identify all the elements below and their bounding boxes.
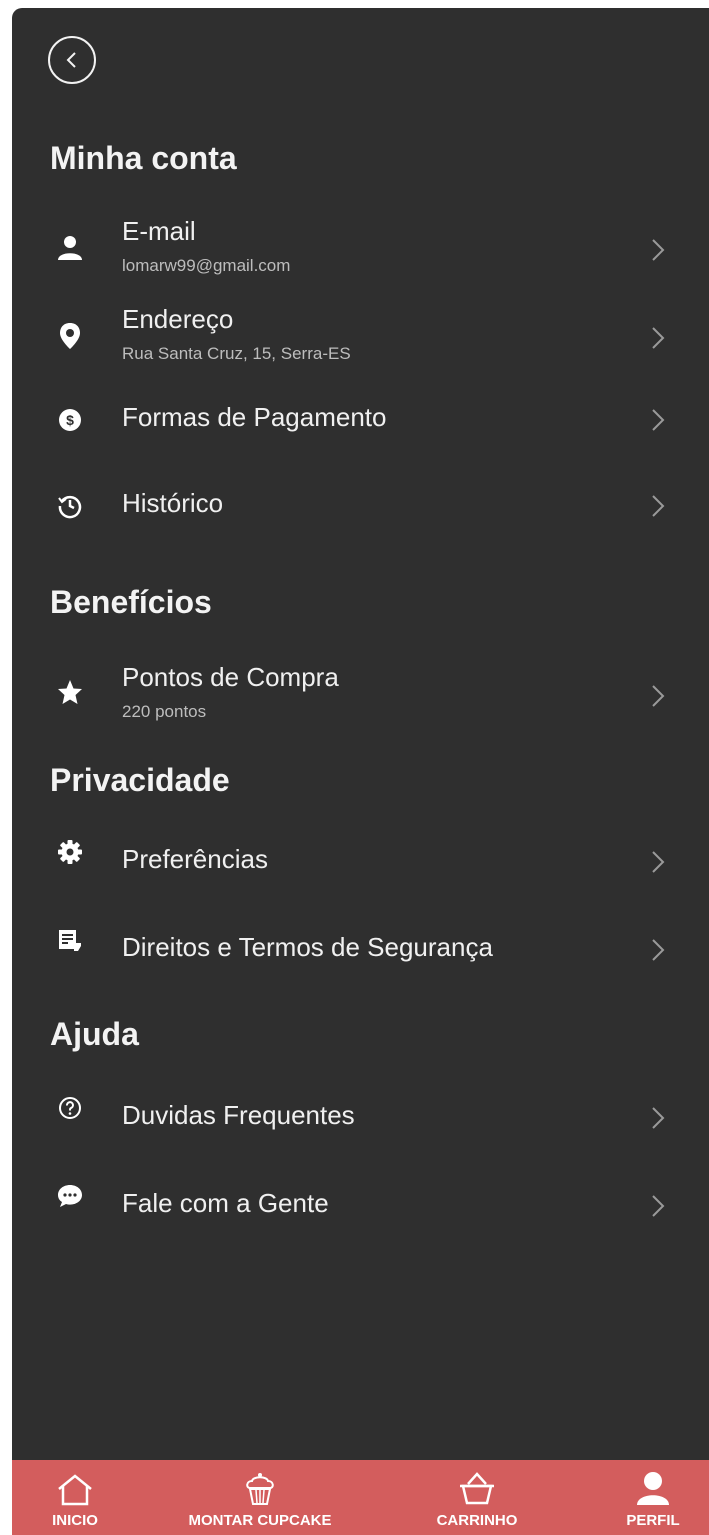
menu-item-label: Direitos e Termos de Segurança: [122, 932, 493, 962]
chevron-right-icon: [652, 1107, 665, 1129]
nav-label: INICIO: [52, 1512, 98, 1529]
menu-item-contact[interactable]: Fale com a Gente: [12, 1168, 709, 1238]
chevron-right-icon: [652, 495, 665, 517]
menu-item-label: Pontos de Compra: [122, 662, 339, 692]
nav-label: CARRINHO: [436, 1512, 518, 1529]
chevron-right-icon: [652, 685, 665, 707]
menu-item-faq[interactable]: Duvidas Frequentes: [12, 1080, 709, 1150]
nav-build-cupcake[interactable]: MONTAR CUPCAKE: [170, 1460, 350, 1535]
chat-bubble-icon: [56, 1182, 84, 1210]
home-icon: [55, 1468, 95, 1506]
menu-item-preferences[interactable]: Preferências: [12, 824, 709, 894]
chevron-right-icon: [652, 851, 665, 873]
menu-item-sub: 220 pontos: [122, 702, 207, 721]
section-title-help: Ajuda: [50, 1016, 139, 1052]
nav-home[interactable]: INICIO: [30, 1460, 120, 1535]
document-icon: [56, 926, 84, 954]
chevron-right-icon: [652, 409, 665, 431]
star-icon: [56, 678, 84, 706]
chevron-right-icon: [652, 239, 665, 261]
menu-item-label: Duvidas Frequentes: [122, 1100, 355, 1130]
menu-item-label: Fale com a Gente: [122, 1188, 329, 1218]
menu-item-email[interactable]: E-mail lomarw99@gmail.com: [12, 214, 709, 284]
nav-profile[interactable]: PERFIL: [616, 1460, 690, 1535]
menu-item-points[interactable]: Pontos de Compra 220 pontos: [12, 660, 709, 730]
menu-item-sub: lomarw99@gmail.com: [122, 256, 291, 275]
section-title-account: Minha conta: [50, 140, 237, 176]
gear-icon: [56, 838, 84, 866]
basket-icon: [457, 1468, 497, 1506]
help-circle-icon: [56, 1094, 84, 1122]
menu-item-history[interactable]: Histórico: [12, 478, 709, 548]
dollar-coin-icon: $: [56, 406, 84, 434]
cupcake-icon: [240, 1468, 280, 1506]
menu-item-terms[interactable]: Direitos e Termos de Segurança: [12, 912, 709, 982]
nav-label: MONTAR CUPCAKE: [188, 1512, 332, 1529]
chevron-right-icon: [652, 327, 665, 349]
menu-item-label: Histórico: [122, 488, 224, 518]
user-icon: [56, 234, 84, 262]
profile-icon: [633, 1468, 673, 1506]
menu-item-address[interactable]: Endereço Rua Santa Cruz, 15, Serra-ES: [12, 302, 709, 372]
svg-text:$: $: [66, 412, 74, 428]
menu-item-label: Endereço: [122, 304, 234, 334]
chevron-right-icon: [652, 939, 665, 961]
menu-item-label: Preferências: [122, 844, 268, 874]
profile-screen: Minha conta E-mail lomarw99@gmail.com En…: [12, 8, 709, 1535]
bottom-nav: INICIO MONTAR CUPCAKE CARRINHO PERFIL: [12, 1460, 709, 1535]
nav-cart[interactable]: CARRINHO: [422, 1460, 532, 1535]
section-title-benefits: Benefícios: [50, 584, 212, 620]
menu-item-sub: Rua Santa Cruz, 15, Serra-ES: [122, 344, 351, 363]
menu-item-label: Formas de Pagamento: [122, 402, 387, 432]
chevron-right-icon: [652, 1195, 665, 1217]
history-icon: [56, 492, 84, 520]
section-title-privacy: Privacidade: [50, 762, 230, 798]
back-button[interactable]: [48, 36, 96, 84]
menu-item-label: E-mail: [122, 216, 196, 246]
nav-label: PERFIL: [626, 1512, 680, 1529]
menu-item-payment[interactable]: $ Formas de Pagamento: [12, 392, 709, 462]
back-arrow-circle-icon: [66, 52, 76, 68]
location-pin-icon: [56, 322, 84, 350]
